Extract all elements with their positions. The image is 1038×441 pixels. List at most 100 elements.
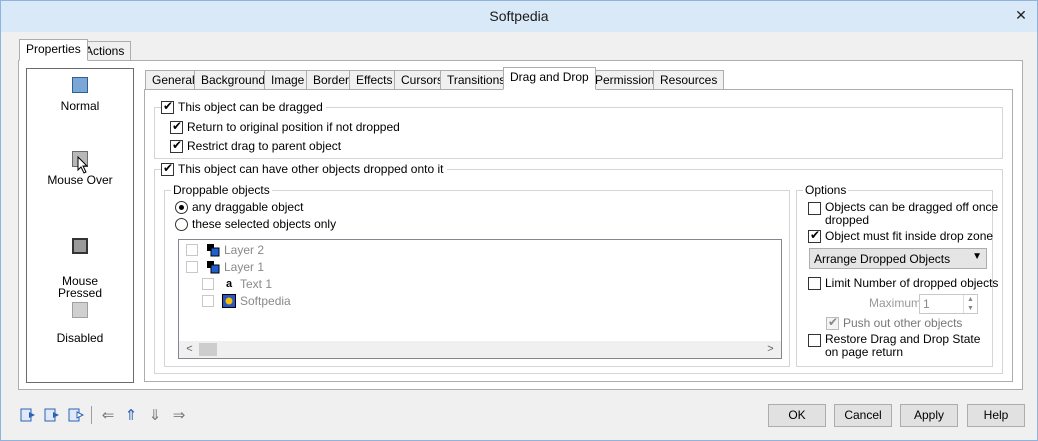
state-edit-icon[interactable] xyxy=(66,405,86,425)
limit-number-checkbox[interactable]: Limit Number of dropped objects xyxy=(808,276,998,290)
restrict-to-parent-checkbox[interactable]: Restrict drag to parent object xyxy=(170,138,342,153)
state-mouse-over[interactable]: Mouse Over xyxy=(27,151,133,187)
ok-button[interactable]: OK xyxy=(768,404,826,427)
apply-button[interactable]: Apply xyxy=(900,404,958,427)
arrow-right-icon[interactable]: ⇒ xyxy=(169,405,189,425)
push-out-checkbox: Push out other objects xyxy=(826,315,963,330)
help-button[interactable]: Help xyxy=(967,404,1025,427)
close-icon[interactable]: ✕ xyxy=(1011,7,1031,25)
state-copy-icon[interactable] xyxy=(42,405,62,425)
chevron-down-icon: ▼ xyxy=(972,251,982,262)
state-label: Mouse Over xyxy=(47,173,113,187)
scroll-right-icon[interactable]: > xyxy=(762,341,779,358)
droppable-objects-list[interactable]: Layer 2 Layer 1 a Text 1 Softpedia < > xyxy=(178,239,782,359)
droppable-objects-legend: Droppable objects xyxy=(171,183,272,197)
selected-objects-radio[interactable]: these selected objects only xyxy=(175,217,336,231)
layer-icon xyxy=(206,260,220,274)
list-item[interactable]: Layer 2 xyxy=(186,243,264,257)
text-icon: a xyxy=(225,278,233,290)
radio-dot xyxy=(175,217,188,231)
checkbox-label: This object can be dragged xyxy=(178,100,323,114)
checkbox-box xyxy=(170,138,183,153)
checkbox-box xyxy=(808,334,821,347)
checkbox-box xyxy=(826,315,839,330)
item-label: Layer 2 xyxy=(224,243,265,257)
cancel-button[interactable]: Cancel xyxy=(834,404,892,427)
checkbox-label: Return to original position if not dropp… xyxy=(187,120,400,134)
tab-properties[interactable]: Properties xyxy=(19,39,88,61)
item-label: Layer 1 xyxy=(224,260,265,274)
tab-image[interactable]: Image xyxy=(264,70,312,90)
window-title: Softpedia xyxy=(489,8,549,24)
return-to-original-checkbox[interactable]: Return to original position if not dropp… xyxy=(170,119,400,134)
state-list: Normal Mouse Over Mouse Pressed Disabled xyxy=(26,68,134,383)
checkbox-label: Restrict drag to parent object xyxy=(187,139,342,153)
list-item[interactable]: a Text 1 xyxy=(202,277,272,291)
item-checkbox[interactable] xyxy=(186,261,198,273)
stepper-down-icon[interactable]: ▼ xyxy=(964,304,977,313)
mouse-over-state-icon xyxy=(72,151,89,174)
must-fit-checkbox[interactable]: Object must fit inside drop zone xyxy=(808,228,994,243)
maximum-label: Maximum xyxy=(869,296,922,310)
radio-dot xyxy=(175,200,188,214)
stepper-buttons[interactable]: ▲ ▼ xyxy=(963,295,977,313)
list-item[interactable]: Softpedia xyxy=(202,294,291,308)
checkbox-box xyxy=(170,119,183,134)
horizontal-scrollbar[interactable]: < > xyxy=(179,341,781,358)
arrow-left-icon[interactable]: ⇐ xyxy=(98,405,118,425)
scroll-thumb[interactable] xyxy=(199,343,217,356)
item-checkbox[interactable] xyxy=(186,244,198,256)
checkbox-box xyxy=(161,161,174,176)
state-label: Mouse Pressed xyxy=(57,274,103,300)
checkbox-box xyxy=(161,99,174,114)
tab-transitions[interactable]: Transitions xyxy=(440,70,513,90)
tab-effects[interactable]: Effects xyxy=(349,70,400,90)
checkbox-box xyxy=(808,228,821,243)
arrow-down-icon[interactable]: ⇓ xyxy=(145,405,165,425)
state-label: Normal xyxy=(60,99,100,113)
normal-state-icon xyxy=(72,77,88,93)
any-draggable-radio[interactable]: any draggable object xyxy=(175,200,303,214)
state-add-icon[interactable] xyxy=(18,405,38,425)
checkbox-box xyxy=(808,276,821,290)
item-label: Softpedia xyxy=(240,294,291,308)
disabled-state-icon xyxy=(72,302,88,318)
tab-background[interactable]: Background xyxy=(194,70,273,90)
radio-label: any draggable object xyxy=(192,200,304,214)
arrange-dropdown[interactable]: Arrange Dropped Objects ▼ xyxy=(809,248,987,269)
checkbox-label: Object must fit inside drop zone xyxy=(825,229,994,243)
mouse-pressed-state-icon xyxy=(72,238,88,254)
state-disabled[interactable]: Disabled xyxy=(27,302,133,345)
layer-icon xyxy=(206,243,220,257)
radio-label: these selected objects only xyxy=(192,217,337,231)
stepper-value: 1 xyxy=(923,297,930,311)
options-legend: Options xyxy=(803,183,849,197)
state-label: Disabled xyxy=(56,331,104,345)
checkbox-label: Restore Drag and Drop State on page retu… xyxy=(825,332,981,359)
can-be-dragged-checkbox[interactable]: This object can be dragged xyxy=(161,99,326,114)
toolbar-separator xyxy=(91,406,92,424)
item-checkbox[interactable] xyxy=(202,278,214,290)
item-label: Text 1 xyxy=(240,277,273,291)
can-have-dropped-checkbox[interactable]: This object can have other objects dropp… xyxy=(161,161,447,176)
scroll-left-icon[interactable]: < xyxy=(181,341,198,358)
restore-state-checkbox[interactable]: Restore Drag and Drop State on page retu… xyxy=(808,333,980,359)
arrow-up-icon[interactable]: ⇑ xyxy=(121,405,141,425)
checkbox-label: Push out other objects xyxy=(843,316,963,330)
checkbox-label: Objects can be dragged off once dropped xyxy=(825,200,999,227)
title-bar[interactable]: Softpedia ✕ xyxy=(1,1,1037,32)
item-checkbox[interactable] xyxy=(202,295,214,307)
tab-resources[interactable]: Resources xyxy=(653,70,725,90)
dragged-off-checkbox[interactable]: Objects can be dragged off once dropped xyxy=(808,201,998,227)
state-mouse-pressed[interactable]: Mouse Pressed xyxy=(27,226,133,299)
maximum-stepper[interactable]: 1 ▲ ▼ xyxy=(919,294,978,314)
state-normal[interactable]: Normal xyxy=(27,77,133,113)
image-icon xyxy=(222,294,236,308)
dropdown-value: Arrange Dropped Objects xyxy=(814,252,951,266)
cursor-arrow-icon xyxy=(77,156,89,174)
tab-drag-and-drop[interactable]: Drag and Drop xyxy=(503,67,596,90)
stepper-up-icon[interactable]: ▲ xyxy=(964,295,977,304)
dialog-window: Softpedia ✕ Properties Actions Normal Mo… xyxy=(0,0,1038,441)
list-item[interactable]: Layer 1 xyxy=(186,260,264,274)
checkbox-box xyxy=(808,202,821,215)
